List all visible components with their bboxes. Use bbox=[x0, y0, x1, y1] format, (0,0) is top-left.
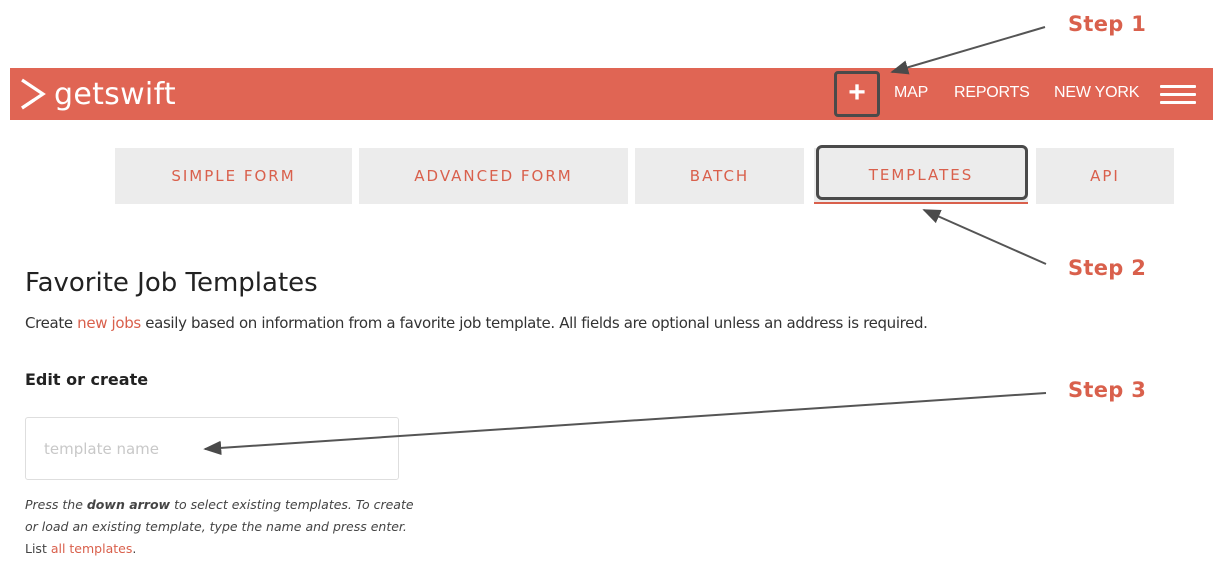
page-subtitle: Create new jobs easily based on informat… bbox=[25, 314, 928, 332]
step-3-callout: Step 3 bbox=[1068, 378, 1147, 402]
tab-advanced-form[interactable]: ADVANCED FORM bbox=[359, 148, 628, 204]
add-job-button[interactable]: + bbox=[834, 71, 880, 117]
new-jobs-link[interactable]: new jobs bbox=[77, 314, 141, 332]
tab-templates[interactable]: TEMPLATES bbox=[814, 148, 1028, 204]
nav-map[interactable]: MAP bbox=[894, 84, 928, 102]
step-1-arrow bbox=[890, 26, 1046, 75]
nav-city-selector[interactable]: NEW YORK bbox=[1054, 84, 1139, 102]
step-2-callout: Step 2 bbox=[1068, 256, 1147, 280]
top-nav-bar: getswift + MAP REPORTS NEW YORK bbox=[10, 68, 1213, 120]
all-templates-link[interactable]: all templates bbox=[51, 541, 133, 556]
help-text: Press the down arrow to select existing … bbox=[25, 497, 414, 556]
tab-batch[interactable]: BATCH bbox=[635, 148, 804, 204]
tab-api[interactable]: API bbox=[1036, 148, 1174, 204]
step-1-callout: Step 1 bbox=[1068, 12, 1147, 36]
nav-reports[interactable]: REPORTS bbox=[954, 84, 1030, 102]
plus-icon: + bbox=[848, 76, 866, 109]
page-title: Favorite Job Templates bbox=[25, 268, 318, 298]
step-2-arrow bbox=[922, 209, 1047, 265]
template-name-input[interactable] bbox=[25, 417, 399, 480]
tab-simple-form[interactable]: SIMPLE FORM bbox=[115, 148, 352, 204]
brand-name: getswift bbox=[54, 76, 176, 112]
chevron-right-logo-icon bbox=[21, 78, 46, 110]
section-label: Edit or create bbox=[25, 370, 149, 389]
hamburger-menu-icon[interactable] bbox=[1160, 83, 1196, 105]
brand-logo[interactable]: getswift bbox=[18, 74, 176, 114]
